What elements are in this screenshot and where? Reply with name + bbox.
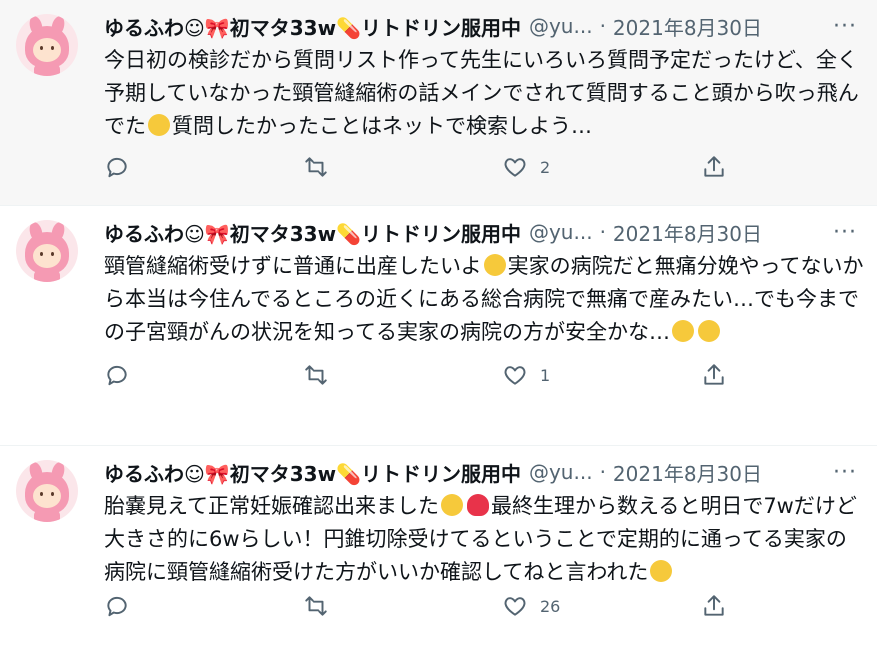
flushed-face-emoji: [650, 560, 673, 582]
tweet-date[interactable]: 2021年8月30日: [613, 12, 762, 41]
avatar[interactable]: [16, 460, 78, 522]
reply-icon: [107, 157, 127, 178]
reply-icon: [107, 596, 127, 617]
tweet-date[interactable]: 2021年8月30日: [613, 218, 762, 247]
user-name[interactable]: ゆるふわ☺🎀初マタ33w💊リトドリン服用中: [104, 218, 521, 247]
user-handle[interactable]: @yu...: [529, 460, 593, 484]
tweet-actions: 2: [104, 154, 744, 180]
crying-face-emoji: [671, 320, 694, 342]
user-handle[interactable]: @yu...: [529, 220, 593, 244]
like-count: 26: [540, 596, 561, 616]
tweet-actions: 26: [104, 593, 744, 619]
tweet-header: ゆるふわ☺🎀初マタ33w💊リトドリン服用中 @yu... · 2021年8月30…: [104, 216, 864, 248]
tweet-feed: ゆるふわ☺🎀初マタ33w💊リトドリン服用中 @yu... · 2021年8月30…: [0, 0, 877, 657]
heart-icon: [504, 597, 526, 616]
like-button[interactable]: 26: [502, 593, 701, 619]
sweat-smile-emoji: [148, 114, 170, 136]
tweet-text: 頸管縫縮術受けずに普通に出産したいよ 実家の病院だと無痛分娩やってないから本当は今…: [104, 254, 864, 344]
more-icon[interactable]: ···: [833, 460, 857, 485]
heart-icon: [504, 158, 526, 177]
reply-button[interactable]: [104, 593, 303, 619]
heart-icon: [504, 366, 526, 385]
separator: ·: [599, 220, 606, 244]
retweet-icon: [305, 596, 327, 616]
user-name[interactable]: ゆるふわ☺🎀初マタ33w💊リトドリン服用中: [104, 458, 521, 487]
separator: ·: [599, 14, 606, 38]
more-icon[interactable]: ···: [833, 220, 857, 245]
share-icon: [704, 156, 724, 177]
reply-button[interactable]: [104, 362, 303, 388]
tweet[interactable]: ゆるふわ☺🎀初マタ33w💊リトドリン服用中 @yu... · 2021年8月30…: [0, 446, 877, 657]
like-count: 2: [540, 157, 551, 177]
tweet[interactable]: ゆるふわ☺🎀初マタ33w💊リトドリン服用中 @yu... · 2021年8月30…: [0, 0, 877, 206]
avatar[interactable]: [16, 220, 78, 282]
tweet-text: 今日初の検診だから質問リスト作って先生にいろいろ質問予定だったけど、全く予期して…: [104, 48, 859, 138]
retweet-button[interactable]: [303, 362, 502, 388]
retweet-button[interactable]: [303, 154, 502, 180]
heart-emoji: [466, 494, 489, 516]
share-icon: [704, 364, 724, 385]
tweet-header: ゆるふわ☺🎀初マタ33w💊リトドリン服用中 @yu... · 2021年8月30…: [104, 456, 864, 488]
reply-button[interactable]: [104, 154, 303, 180]
share-button[interactable]: [701, 593, 739, 619]
tweet-date[interactable]: 2021年8月30日: [613, 458, 762, 487]
share-icon: [704, 595, 724, 616]
user-handle[interactable]: @yu...: [529, 14, 593, 38]
separator: ·: [599, 460, 606, 484]
avatar[interactable]: [16, 14, 78, 76]
more-icon[interactable]: ···: [833, 14, 857, 39]
retweet-icon: [305, 157, 327, 177]
like-button[interactable]: 2: [502, 154, 701, 180]
reply-icon: [107, 365, 127, 386]
crying-face-emoji: [697, 320, 720, 342]
like-button[interactable]: 1: [502, 362, 701, 388]
user-name[interactable]: ゆるふわ☺🎀初マタ33w💊リトドリン服用中: [104, 12, 521, 41]
share-button[interactable]: [701, 362, 739, 388]
tweet-header: ゆるふわ☺🎀初マタ33w💊リトドリン服用中 @yu... · 2021年8月30…: [104, 10, 864, 42]
retweet-button[interactable]: [303, 593, 502, 619]
tweet[interactable]: ゆるふわ☺🎀初マタ33w💊リトドリン服用中 @yu... · 2021年8月30…: [0, 206, 877, 446]
crying-face-emoji: [483, 254, 506, 276]
tweet-actions: 1: [104, 362, 744, 388]
crying-face-emoji: [440, 494, 463, 516]
like-count: 1: [540, 365, 551, 385]
share-button[interactable]: [701, 154, 739, 180]
tweet-text: 胎嚢見えて正常妊娠確認出来ました 最終生理から数えると明日で7wだけど大きさ的に6…: [104, 494, 857, 584]
retweet-icon: [305, 365, 327, 385]
